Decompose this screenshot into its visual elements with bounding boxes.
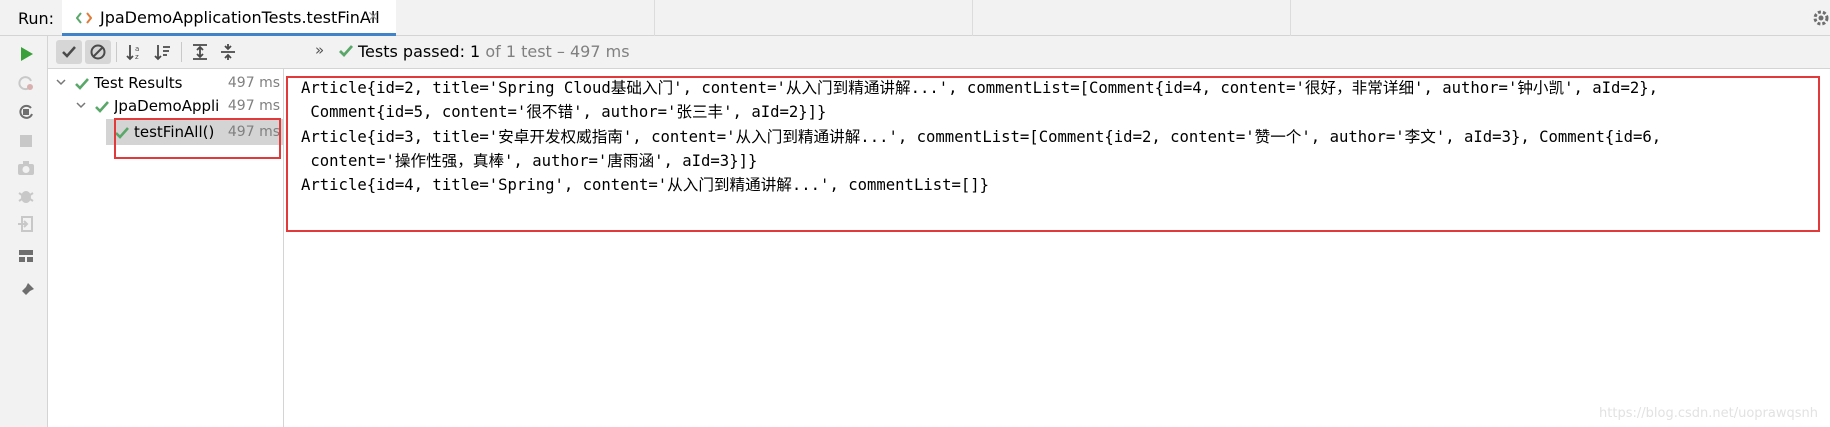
settings-gear-icon[interactable] [1811,8,1830,28]
toolbar-separator [116,42,117,62]
watermark: https://blog.csdn.net/uoprawqsnh [1599,406,1818,421]
more-actions-chevron-icon[interactable]: » [315,41,324,59]
passed-check-icon [95,101,109,113]
tree-item-label: Test Results [94,74,183,92]
show-ignored-icon [90,44,106,60]
test-status-text: Tests passed: 1 of 1 test – 497 ms [358,42,630,61]
expand-all-icon [193,44,207,60]
dump-threads-icon[interactable] [16,158,36,178]
test-config-icon [76,12,92,24]
tree-item-duration: 497 ms [227,75,280,91]
run-tab[interactable]: JpaDemoApplicationTests.testFinAll × [62,0,396,36]
sort-alphabetically-icon: az [126,45,139,61]
pin-icon[interactable] [16,281,36,301]
svg-text:a: a [135,45,139,53]
layout-icon[interactable] [16,246,36,266]
tab-title: JpaDemoApplicationTests.testFinAll [100,8,380,27]
passed-count: 1 [470,42,481,61]
sort-by-duration-icon [154,45,170,61]
expand-all-button[interactable] [187,40,213,64]
highlight-box [114,118,281,159]
close-tab-icon[interactable]: × [367,7,380,25]
passed-check-icon [75,78,89,90]
toolbar-separator [181,42,182,62]
show-passed-icon [62,46,76,58]
debug-icon[interactable] [16,186,36,206]
header-divider [972,0,973,36]
sort-by-duration-button[interactable] [150,40,176,64]
tree-item-duration: 497 ms [227,98,280,114]
run-icon[interactable] [16,44,36,64]
collapse-all-icon [221,44,235,60]
test-runner-toolbar: az » Tests passed: 1 of 1 test – 497 ms [48,36,1830,69]
tree-item-label: JpaDemoAppli [114,97,220,115]
show-ignored-button[interactable] [85,40,111,64]
collapse-all-button[interactable] [215,40,241,64]
status-suffix: of 1 test – 497 ms [480,42,630,61]
sort-alphabetically-button[interactable]: az [122,40,148,64]
header-divider [1290,0,1291,36]
show-passed-button[interactable] [56,40,82,64]
run-label: Run: [18,9,55,28]
left-tool-strip [0,36,48,427]
rerun-failed-icon[interactable] [16,73,36,93]
highlight-box [286,76,1820,232]
header-divider [654,0,655,36]
chevron-down-icon[interactable] [75,99,87,111]
run-tool-window-header: Run: JpaDemoApplicationTests.testFinAll … [0,0,1830,36]
status-prefix: Tests passed: [358,42,471,61]
svg-text:z: z [135,53,139,61]
stop-icon[interactable] [16,131,36,151]
toggle-auto-test-icon[interactable] [16,102,36,122]
passed-check-icon [339,45,354,58]
chevron-down-icon[interactable] [55,76,67,88]
exit-icon[interactable] [16,214,36,234]
tree-item-test-class[interactable]: JpaDemoAppli 497 ms [48,93,284,119]
